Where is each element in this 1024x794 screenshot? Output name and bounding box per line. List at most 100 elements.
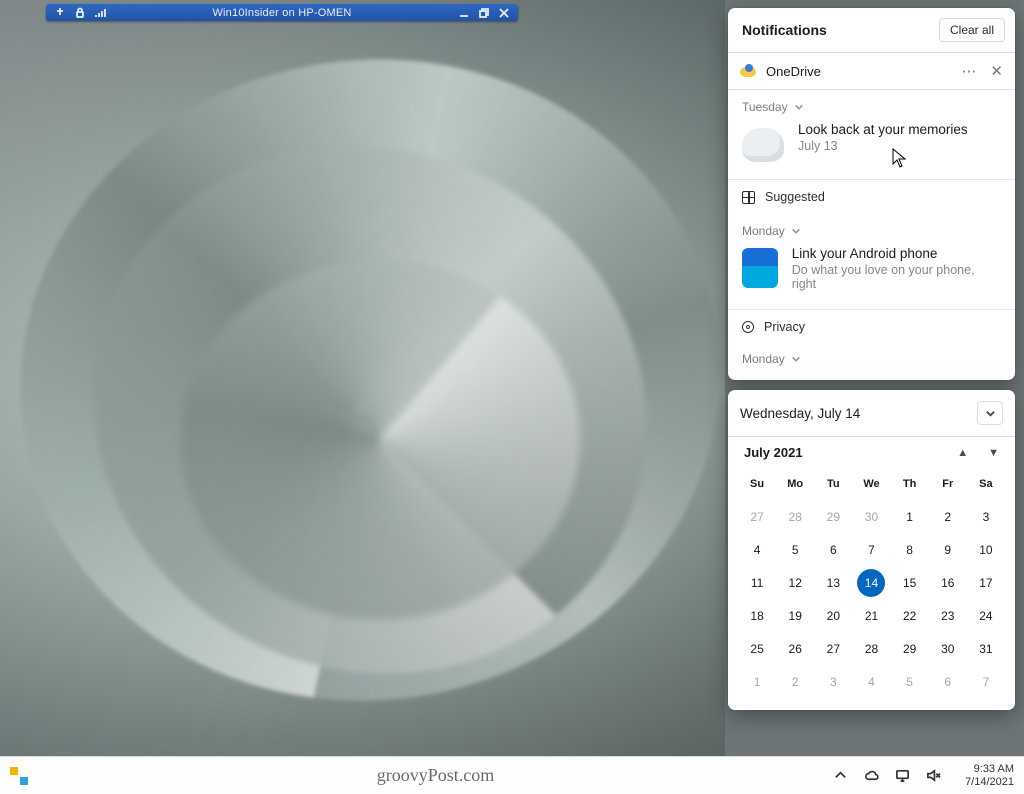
prev-month-button[interactable]: ▲ bbox=[957, 447, 968, 459]
calendar-dow: Su bbox=[738, 472, 776, 500]
calendar-day[interactable]: 9 bbox=[929, 533, 967, 566]
notification-title: Look back at your memories bbox=[798, 122, 968, 137]
taskbar[interactable]: groovyPost.com 9:33 AM 7/14/2021 bbox=[0, 756, 1024, 794]
remote-connection-bar[interactable]: Win10Insider on HP-OMEN bbox=[46, 4, 518, 21]
calendar-dow: Mo bbox=[776, 472, 814, 500]
notification-group-privacy: Privacy Monday bbox=[728, 309, 1015, 380]
calendar-day[interactable]: 15 bbox=[891, 566, 929, 599]
calendar-day[interactable]: 16 bbox=[929, 566, 967, 599]
calendar-day[interactable]: 5 bbox=[776, 533, 814, 566]
wallpaper-sheen bbox=[0, 0, 725, 756]
cloud-icon[interactable] bbox=[864, 768, 879, 783]
calendar-day[interactable]: 22 bbox=[891, 599, 929, 632]
calendar-day[interactable]: 25 bbox=[738, 632, 776, 665]
watermark-text: groovyPost.com bbox=[38, 765, 833, 786]
notification-subtitle: Do what you love on your phone, right bbox=[792, 263, 1001, 291]
group-day-label[interactable]: Monday bbox=[728, 344, 1015, 380]
calendar-day[interactable]: 3 bbox=[814, 665, 852, 698]
lock-icon bbox=[74, 7, 86, 19]
more-icon[interactable]: ⋯ bbox=[961, 64, 976, 79]
start-icon[interactable] bbox=[10, 767, 28, 785]
clock[interactable]: 9:33 AM 7/14/2021 bbox=[965, 763, 1014, 788]
calendar-day[interactable]: 12 bbox=[776, 566, 814, 599]
calendar-grid: SuMoTuWeThFrSa27282930123456789101112131… bbox=[728, 472, 1015, 710]
calendar-month-label[interactable]: July 2021 bbox=[744, 445, 803, 460]
calendar-day[interactable]: 30 bbox=[929, 632, 967, 665]
notification-item[interactable]: Link your Android phone Do what you love… bbox=[728, 242, 1015, 309]
calendar-day[interactable]: 18 bbox=[738, 599, 776, 632]
chevron-up-icon[interactable] bbox=[833, 768, 848, 783]
calendar-day[interactable]: 27 bbox=[738, 500, 776, 533]
calendar-day[interactable]: 5 bbox=[891, 665, 929, 698]
calendar-day[interactable]: 31 bbox=[967, 632, 1005, 665]
calendar-day[interactable]: 20 bbox=[814, 599, 852, 632]
calendar-day[interactable]: 27 bbox=[814, 632, 852, 665]
notification-title: Link your Android phone bbox=[792, 246, 1001, 261]
chevron-down-icon bbox=[791, 226, 801, 236]
collapse-button[interactable] bbox=[977, 401, 1003, 425]
clock-date: 7/14/2021 bbox=[965, 776, 1014, 789]
calendar-day[interactable]: 13 bbox=[814, 566, 852, 599]
calendar-day[interactable]: 17 bbox=[967, 566, 1005, 599]
group-heading: Privacy bbox=[764, 320, 805, 334]
calendar-day[interactable]: 1 bbox=[738, 665, 776, 698]
notification-item[interactable]: Look back at your memories July 13 bbox=[728, 118, 1015, 178]
calendar-panel: Wednesday, July 14 July 2021 ▲ ▼ SuMoTuW… bbox=[728, 390, 1015, 710]
pin-icon[interactable] bbox=[54, 7, 66, 19]
volume-mute-icon[interactable] bbox=[926, 768, 941, 783]
minimize-icon[interactable] bbox=[458, 7, 470, 19]
group-day-label[interactable]: Tuesday bbox=[728, 90, 1015, 118]
calendar-dow: Fr bbox=[929, 472, 967, 500]
group-day-label[interactable]: Monday bbox=[728, 214, 1015, 242]
chevron-down-icon bbox=[791, 354, 801, 364]
calendar-day[interactable]: 30 bbox=[852, 500, 890, 533]
calendar-day[interactable]: 2 bbox=[776, 665, 814, 698]
calendar-day[interactable]: 24 bbox=[967, 599, 1005, 632]
notification-group-onedrive: OneDrive ⋯ ✕ Tuesday Look back at your m… bbox=[728, 53, 1015, 179]
calendar-day[interactable]: 1 bbox=[891, 500, 929, 533]
calendar-day[interactable]: 28 bbox=[776, 500, 814, 533]
calendar-day[interactable]: 21 bbox=[852, 599, 890, 632]
calendar-day[interactable]: 3 bbox=[967, 500, 1005, 533]
monitor-icon[interactable] bbox=[895, 768, 910, 783]
calendar-day[interactable]: 7 bbox=[852, 533, 890, 566]
mouse-cursor bbox=[892, 148, 906, 168]
group-heading: Suggested bbox=[765, 190, 825, 204]
calendar-day[interactable]: 6 bbox=[814, 533, 852, 566]
calendar-day[interactable]: 28 bbox=[852, 632, 890, 665]
calendar-day[interactable]: 11 bbox=[738, 566, 776, 599]
phone-icon bbox=[742, 248, 778, 288]
chevron-down-icon bbox=[985, 408, 996, 419]
calendar-day[interactable]: 29 bbox=[891, 632, 929, 665]
chevron-down-icon bbox=[794, 102, 804, 112]
gear-icon bbox=[742, 321, 754, 333]
calendar-dow: We bbox=[852, 472, 890, 500]
calendar-day[interactable]: 4 bbox=[852, 665, 890, 698]
calendar-long-date: Wednesday, July 14 bbox=[740, 406, 860, 421]
cloud-icon bbox=[742, 128, 784, 162]
notification-group-suggested: Suggested Monday Link your Android phone… bbox=[728, 179, 1015, 309]
calendar-day[interactable]: 10 bbox=[967, 533, 1005, 566]
close-icon[interactable] bbox=[498, 7, 510, 19]
calendar-day[interactable]: 6 bbox=[929, 665, 967, 698]
clear-all-button[interactable]: Clear all bbox=[939, 18, 1005, 42]
close-icon[interactable]: ✕ bbox=[990, 64, 1003, 79]
calendar-day-today[interactable]: 14 bbox=[857, 569, 885, 597]
next-month-button[interactable]: ▼ bbox=[988, 447, 999, 459]
onedrive-icon bbox=[740, 63, 756, 79]
calendar-day[interactable]: 19 bbox=[776, 599, 814, 632]
restore-icon[interactable] bbox=[478, 7, 490, 19]
calendar-day[interactable]: 26 bbox=[776, 632, 814, 665]
calendar-day[interactable]: 23 bbox=[929, 599, 967, 632]
remote-connection-title: Win10Insider on HP-OMEN bbox=[106, 7, 458, 19]
calendar-day[interactable]: 7 bbox=[967, 665, 1005, 698]
calendar-dow: Tu bbox=[814, 472, 852, 500]
calendar-day[interactable]: 29 bbox=[814, 500, 852, 533]
system-tray[interactable]: 9:33 AM 7/14/2021 bbox=[833, 763, 1014, 788]
notifications-title: Notifications bbox=[742, 22, 827, 38]
calendar-day[interactable]: 8 bbox=[891, 533, 929, 566]
clock-time: 9:33 AM bbox=[974, 763, 1014, 776]
calendar-day[interactable]: 2 bbox=[929, 500, 967, 533]
suggested-icon bbox=[742, 191, 755, 204]
calendar-day[interactable]: 4 bbox=[738, 533, 776, 566]
